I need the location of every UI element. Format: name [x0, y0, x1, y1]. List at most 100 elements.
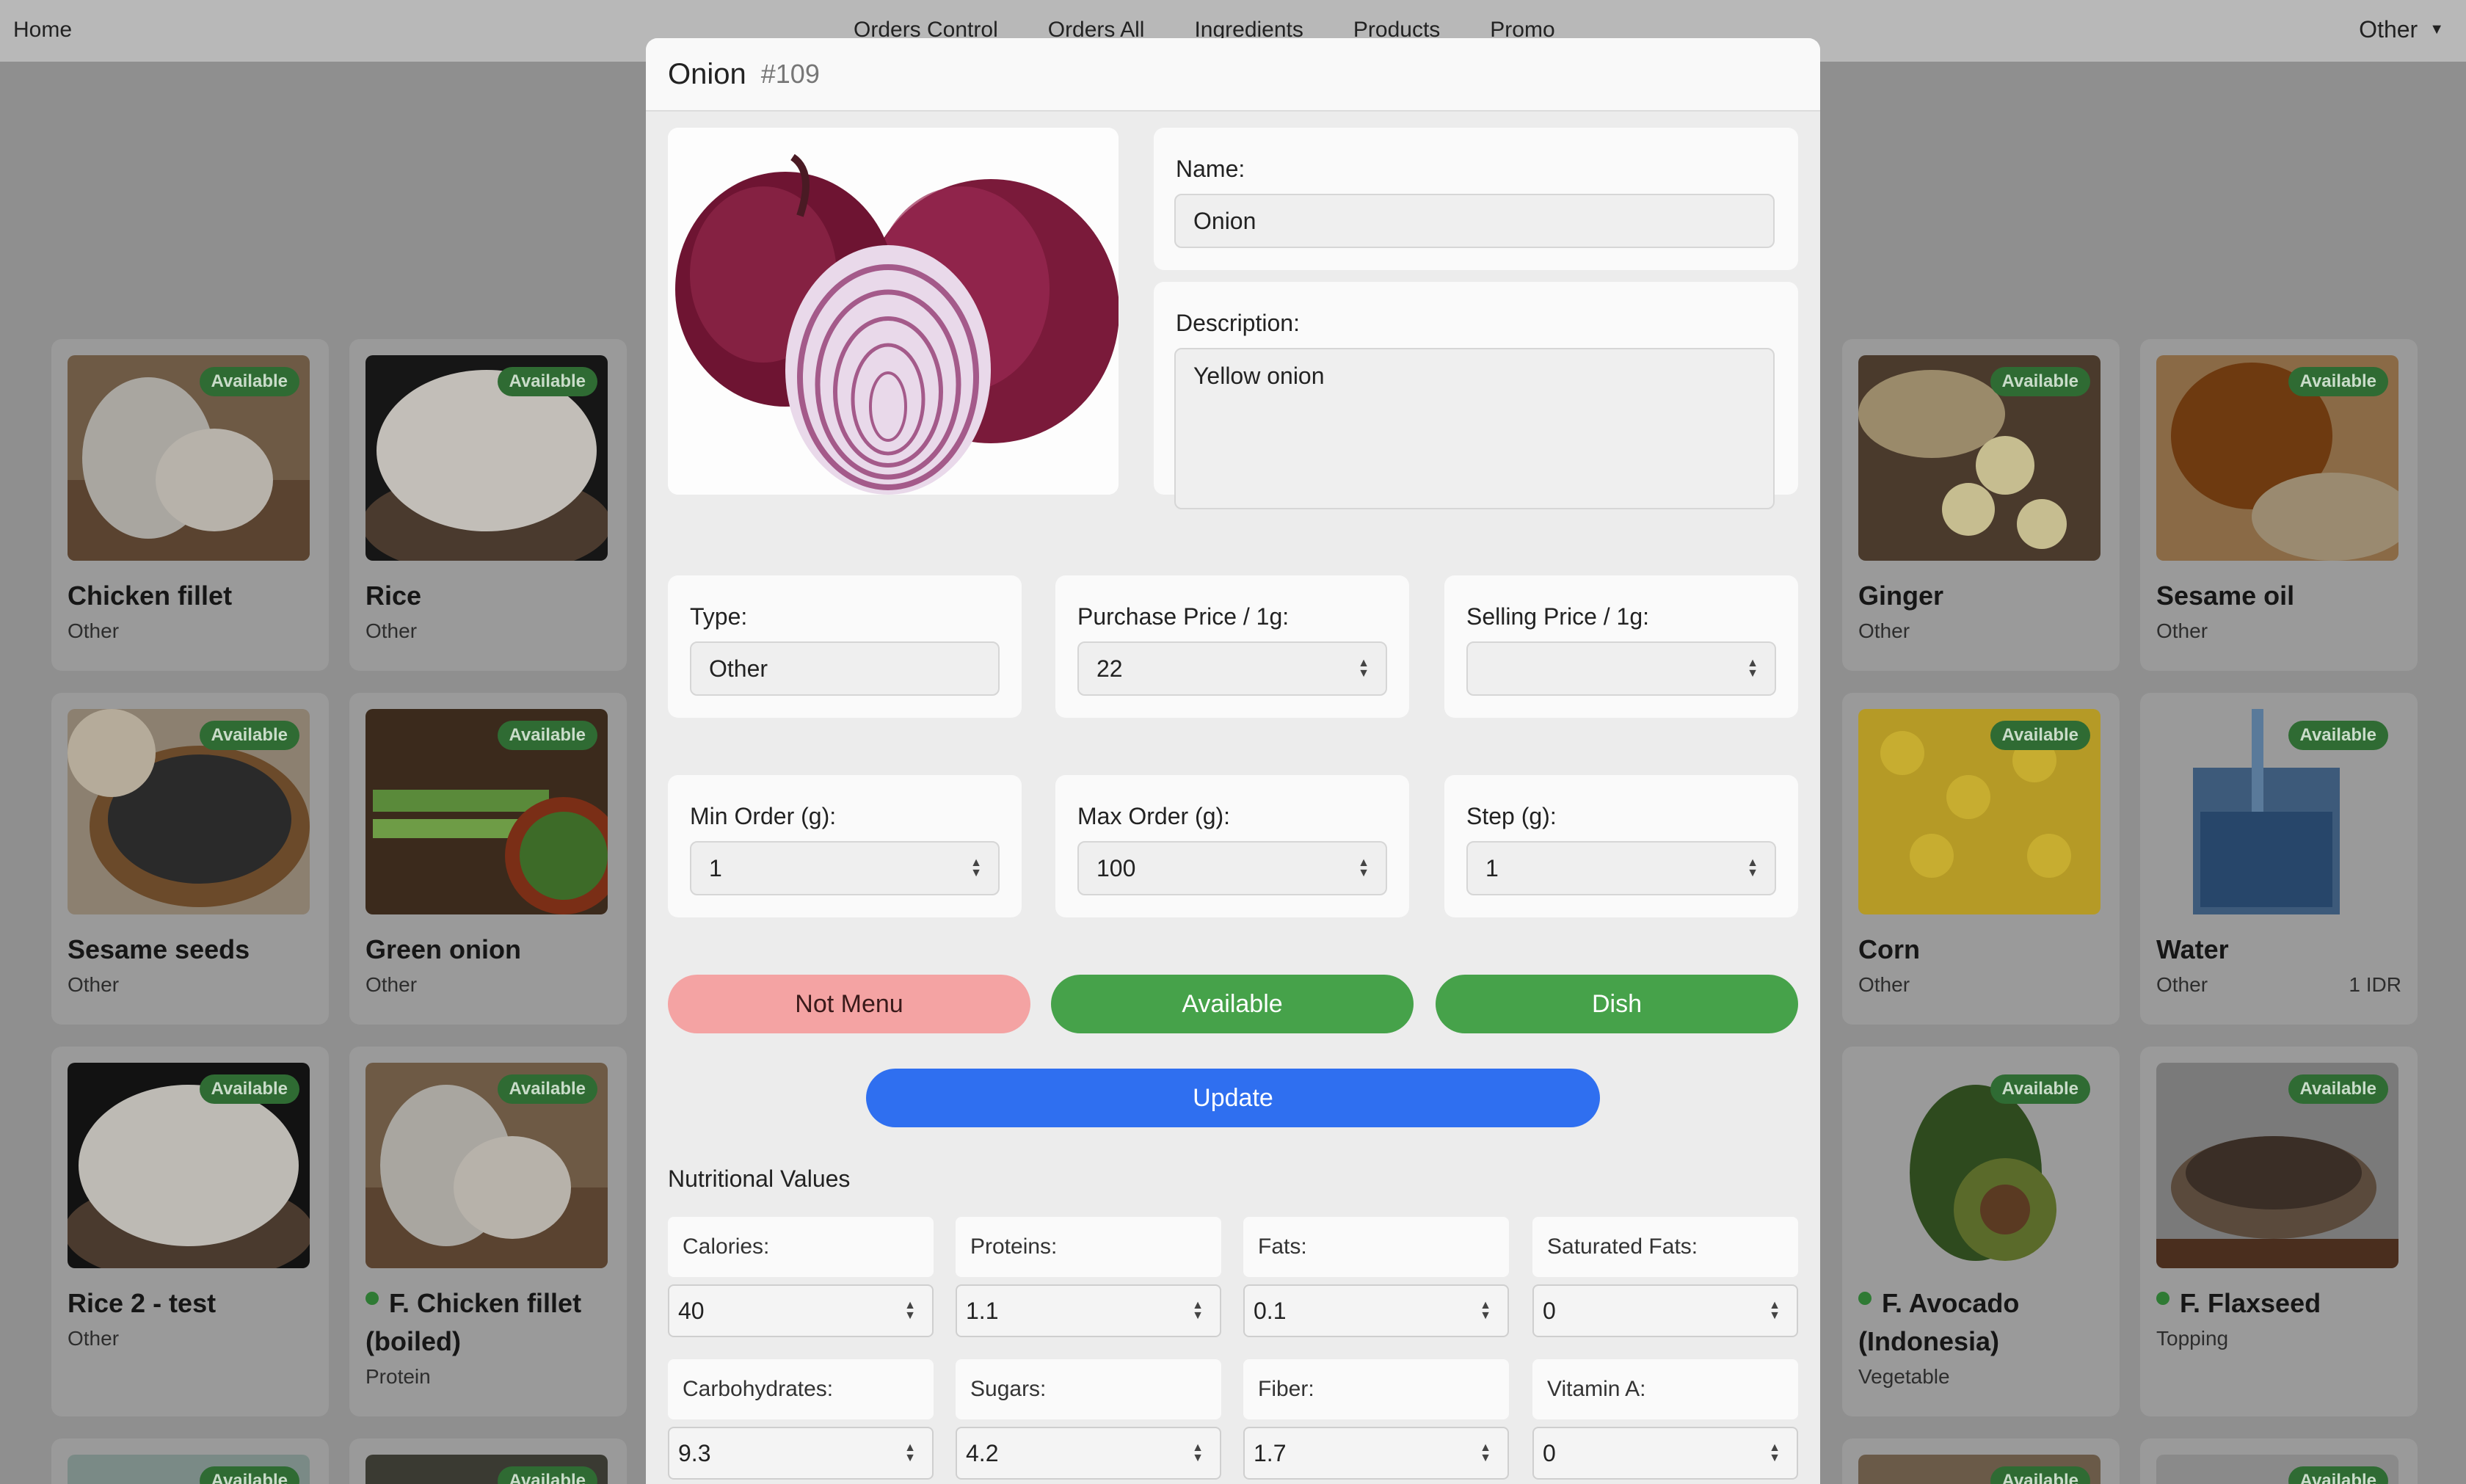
- ingredient-type: Other: [1858, 973, 1910, 996]
- description-label: Description:: [1176, 310, 1300, 336]
- status-badge: Available: [1990, 721, 2090, 750]
- nutrition-title: Nutritional Values: [668, 1165, 851, 1192]
- stepper-icon[interactable]: ▲ ▼: [904, 1300, 916, 1322]
- calories-label: Calories:: [668, 1217, 934, 1277]
- status-badge: Available: [497, 367, 597, 396]
- ingredient-card[interactable]: Available Corn Other: [1842, 693, 2120, 1025]
- ingredient-card[interactable]: Available: [51, 1438, 329, 1484]
- ingredient-card[interactable]: Available Ginger Other: [1842, 339, 2120, 671]
- selling-price-input[interactable]: ▲ ▼: [1466, 641, 1776, 696]
- stepper-icon[interactable]: ▲ ▼: [1769, 1442, 1781, 1464]
- ingredient-name: F. Avocado (Indonesia): [1858, 1288, 2020, 1356]
- saturated-fats-label: Saturated Fats:: [1532, 1217, 1798, 1277]
- status-dot: [1858, 1292, 1872, 1305]
- status-badge: Available: [2288, 721, 2388, 750]
- selling-price-panel: Selling Price / 1g: ▲ ▼: [1444, 575, 1798, 718]
- status-badge: Available: [2288, 1466, 2388, 1484]
- ingredient-card[interactable]: Available Water Other 1 IDR: [2140, 693, 2418, 1025]
- ingredient-image: Available: [68, 355, 310, 561]
- ingredient-card[interactable]: Available: [2140, 1438, 2418, 1484]
- update-button[interactable]: Update: [866, 1069, 1600, 1127]
- step-panel: Step (g): 1 ▲ ▼: [1444, 775, 1798, 917]
- nav-other-dropdown[interactable]: Other ▼: [2359, 16, 2444, 43]
- modal-header: Onion #109: [646, 38, 1820, 112]
- ingredient-image: Available: [365, 709, 608, 914]
- description-textarea[interactable]: Yellow onion: [1174, 348, 1775, 509]
- saturated-fats-input[interactable]: 0 ▲ ▼: [1532, 1284, 1798, 1337]
- ingredient-image: Available: [365, 355, 608, 561]
- ingredient-photo[interactable]: [668, 128, 1119, 495]
- fats-input[interactable]: 0.1 ▲ ▼: [1243, 1284, 1509, 1337]
- ingredient-card[interactable]: Available Rice Other: [349, 339, 627, 671]
- ingredient-image: Available: [2156, 355, 2398, 561]
- ingredient-image: Available: [2156, 1063, 2398, 1268]
- chevron-down-icon: ▼: [2429, 21, 2444, 37]
- stepper-icon[interactable]: ▲ ▼: [1769, 1300, 1781, 1322]
- status-badge: Available: [2288, 367, 2388, 396]
- sugars-input[interactable]: 4.2 ▲ ▼: [956, 1427, 1221, 1480]
- ingredient-card[interactable]: Available F. Avocado (Indonesia) Vegetab…: [1842, 1047, 2120, 1416]
- stepper-icon[interactable]: ▲ ▼: [1480, 1300, 1491, 1322]
- min-order-input[interactable]: 1 ▲ ▼: [690, 841, 1000, 895]
- max-order-label: Max Order (g):: [1077, 803, 1231, 829]
- ingredient-name: Sesame oil: [2156, 581, 2295, 611]
- carbohydrates-input[interactable]: 9.3 ▲ ▼: [668, 1427, 934, 1480]
- step-input[interactable]: 1 ▲ ▼: [1466, 841, 1776, 895]
- ingredient-card[interactable]: Available Rice 2 - test Other: [51, 1047, 329, 1416]
- ingredient-image: Available: [1858, 709, 2101, 914]
- fiber-input[interactable]: 1.7 ▲ ▼: [1243, 1427, 1509, 1480]
- stepper-icon[interactable]: ▲ ▼: [1192, 1442, 1204, 1464]
- status-badge: Available: [199, 367, 299, 396]
- stepper-icon[interactable]: ▲ ▼: [1747, 658, 1758, 680]
- ingredient-card[interactable]: Available Sesame seeds Other: [51, 693, 329, 1025]
- name-input[interactable]: Onion: [1174, 194, 1775, 248]
- description-panel: Description: Yellow onion: [1154, 282, 1798, 509]
- ingredient-card[interactable]: Available Chicken fillet Other: [51, 339, 329, 671]
- min-order-panel: Min Order (g): 1 ▲ ▼: [668, 775, 1022, 917]
- type-panel: Type: Other: [668, 575, 1022, 718]
- ingredient-card[interactable]: Available F. Chicken fillet (boiled) Pro…: [349, 1047, 627, 1416]
- calories-input[interactable]: 40 ▲ ▼: [668, 1284, 934, 1337]
- ingredient-edit-modal: Onion #109 Name: Onion Description: Yell…: [646, 38, 1820, 1484]
- stepper-icon[interactable]: ▲ ▼: [1192, 1300, 1204, 1322]
- ingredient-image: Available: [365, 1455, 608, 1484]
- type-select[interactable]: Other: [690, 641, 1000, 696]
- proteins-input[interactable]: 1.1 ▲ ▼: [956, 1284, 1221, 1337]
- not-menu-button[interactable]: Not Menu: [668, 975, 1030, 1033]
- nav-home-link[interactable]: Home: [13, 18, 72, 43]
- vitamin-a-input[interactable]: 0 ▲ ▼: [1532, 1427, 1798, 1480]
- stepper-icon[interactable]: ▲ ▼: [1747, 857, 1758, 879]
- purchase-price-input[interactable]: 22 ▲ ▼: [1077, 641, 1387, 696]
- ingredient-card[interactable]: Available Green onion Other: [349, 693, 627, 1025]
- ingredient-name: Ginger: [1858, 581, 1944, 611]
- ingredient-card[interactable]: Available Sesame oil Other: [2140, 339, 2418, 671]
- ingredient-name: Chicken fillet: [68, 581, 233, 611]
- dish-button[interactable]: Dish: [1436, 975, 1798, 1033]
- ingredient-image: Available: [68, 1063, 310, 1268]
- selling-price-label: Selling Price / 1g:: [1466, 603, 1650, 630]
- ingredient-image: Available: [68, 1455, 310, 1484]
- ingredient-name: Water: [2156, 934, 2229, 964]
- available-button[interactable]: Available: [1051, 975, 1414, 1033]
- ingredient-name: Sesame seeds: [68, 934, 250, 964]
- ingredient-type: Vegetable: [1858, 1365, 1950, 1388]
- max-order-input[interactable]: 100 ▲ ▼: [1077, 841, 1387, 895]
- purchase-price-label: Purchase Price / 1g:: [1077, 603, 1290, 630]
- stepper-icon[interactable]: ▲ ▼: [970, 857, 982, 879]
- stepper-icon[interactable]: ▲ ▼: [1358, 857, 1370, 879]
- ingredient-card[interactable]: Available: [1842, 1438, 2120, 1484]
- ingredient-card[interactable]: Available F. Flaxseed Topping: [2140, 1047, 2418, 1416]
- ingredient-card[interactable]: Available: [349, 1438, 627, 1484]
- stepper-icon[interactable]: ▲ ▼: [1480, 1442, 1491, 1464]
- status-badge: Available: [199, 1466, 299, 1484]
- ingredient-image: Available: [1858, 1455, 2101, 1484]
- status-badge: Available: [2288, 1074, 2388, 1104]
- status-badge: Available: [497, 1466, 597, 1484]
- ingredient-name: Rice: [365, 581, 422, 611]
- vitamin-a-label: Vitamin A:: [1532, 1359, 1798, 1419]
- stepper-icon[interactable]: ▲ ▼: [1358, 658, 1370, 680]
- stepper-icon[interactable]: ▲ ▼: [904, 1442, 916, 1464]
- ingredient-image: Available: [2156, 709, 2398, 914]
- ingredient-type: Other: [365, 619, 418, 642]
- status-badge: Available: [1990, 367, 2090, 396]
